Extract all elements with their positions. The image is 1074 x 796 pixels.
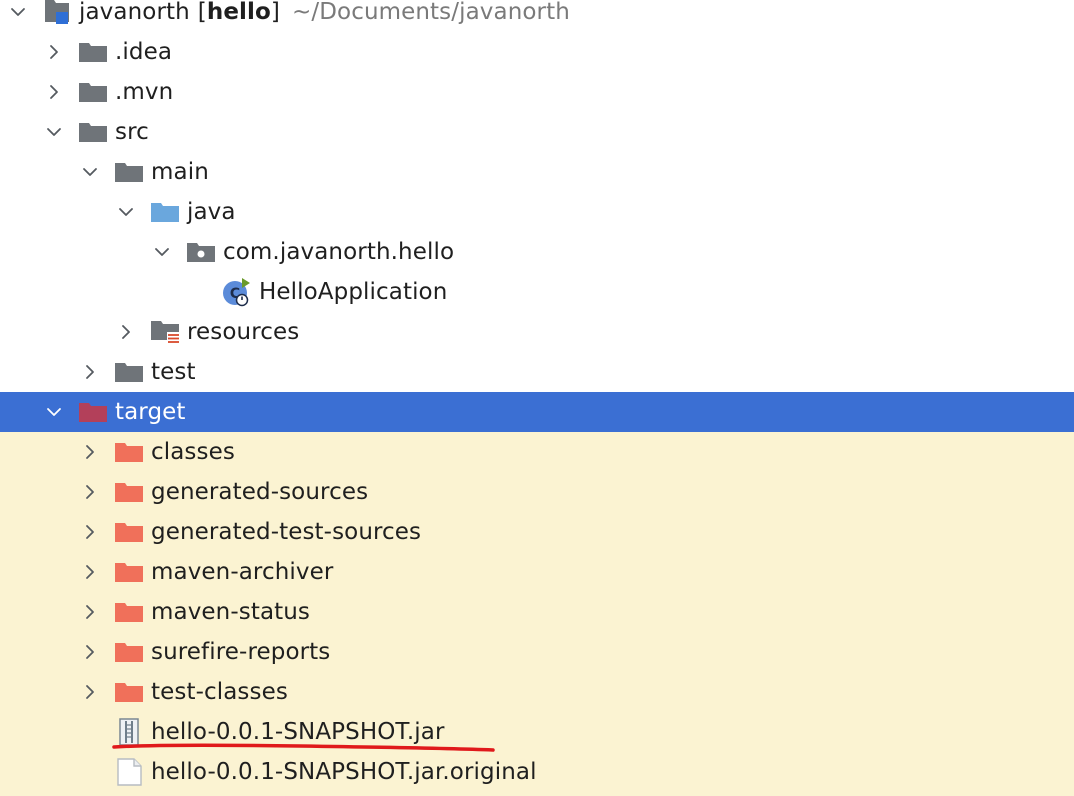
module-bracket-close: ] [270, 0, 280, 25]
tree-node-hello-0-0-1-snapshot-jar[interactable]: hello-0.0.1-SNAPSHOT.jar [0, 712, 1074, 752]
tree-node-label: generated-test-sources [151, 519, 422, 545]
excluded-folder-icon [114, 638, 144, 666]
spring-boot-class-icon: C [222, 278, 252, 307]
chevron-down-icon[interactable] [150, 240, 174, 264]
folder-icon [114, 358, 144, 386]
tree-node-label: .idea [115, 39, 173, 65]
tree-node-mvn[interactable]: .mvn [0, 72, 1074, 112]
project-tree: javanorth [hello] ~/Documents/javanorth .id… [0, 0, 1074, 796]
tree-node-resources[interactable]: resources [0, 312, 1074, 352]
tree-node-surefire-reports[interactable]: surefire-reports [0, 632, 1074, 672]
tree-node-label: .mvn [115, 79, 174, 105]
jar-archive-icon [114, 718, 144, 746]
folder-icon [114, 158, 144, 186]
tree-node-label: main [151, 159, 209, 185]
tree-node-label: resources [187, 319, 300, 345]
chevron-down-icon[interactable] [42, 400, 66, 424]
project-name: javanorth [79, 0, 190, 25]
resources-folder-icon [150, 318, 180, 346]
chevron-down-icon[interactable] [6, 0, 30, 24]
chevron-down-icon[interactable] [42, 120, 66, 144]
tree-node-idea[interactable]: .idea [0, 32, 1074, 72]
chevron-right-icon[interactable] [114, 320, 138, 344]
excluded-folder-icon [114, 478, 144, 506]
tree-node-main[interactable]: main [0, 152, 1074, 192]
tree-node-helloapplication[interactable]: C HelloApplication [0, 272, 1074, 312]
tree-node-label: generated-sources [151, 479, 369, 505]
source-root-folder-icon [150, 198, 180, 226]
excluded-folder-icon [114, 558, 144, 586]
folder-icon [78, 38, 108, 66]
tree-node-target[interactable]: target [0, 392, 1074, 432]
project-path: ~/Documents/javanorth [292, 0, 570, 25]
excluded-folder-icon [114, 598, 144, 626]
tree-node-maven-archiver[interactable]: maven-archiver [0, 552, 1074, 592]
tree-node-label: HelloApplication [259, 279, 448, 305]
chevron-right-icon[interactable] [78, 680, 102, 704]
tree-node-generated-test-sources[interactable]: generated-test-sources [0, 512, 1074, 552]
excluded-folder-icon [114, 518, 144, 546]
tree-node-test[interactable]: test [0, 352, 1074, 392]
chevron-right-icon[interactable] [78, 600, 102, 624]
tree-node-generated-sources[interactable]: generated-sources [0, 472, 1074, 512]
module-name: hello [206, 0, 271, 25]
tree-node-src[interactable]: src [0, 112, 1074, 152]
folder-icon [78, 118, 108, 146]
tree-node-label: classes [151, 439, 235, 465]
chevron-down-icon[interactable] [114, 200, 138, 224]
package-icon [186, 238, 216, 266]
excluded-folder-icon [78, 398, 108, 426]
chevron-down-icon[interactable] [78, 160, 102, 184]
chevron-right-icon[interactable] [42, 80, 66, 104]
chevron-right-icon[interactable] [78, 440, 102, 464]
file-icon [114, 758, 144, 786]
tree-node-java[interactable]: java [0, 192, 1074, 232]
module-bracket-open: [ [197, 0, 207, 25]
tree-node-maven-status[interactable]: maven-status [0, 592, 1074, 632]
tree-node-javanorth[interactable]: javanorth [hello] ~/Documents/javanorth [0, 0, 1074, 32]
tree-node-classes[interactable]: classes [0, 432, 1074, 472]
tree-node-label: maven-archiver [151, 559, 334, 585]
tree-node-label: maven-status [151, 599, 311, 625]
tree-node-com-javanorth-hello[interactable]: com.javanorth.hello [0, 232, 1074, 272]
excluded-folder-icon [114, 678, 144, 706]
project-module-icon [42, 0, 72, 26]
chevron-right-icon[interactable] [78, 640, 102, 664]
tree-node-label: src [115, 119, 149, 145]
tree-node-label: hello-0.0.1-SNAPSHOT.jar.original [151, 759, 537, 785]
tree-node-label: hello-0.0.1-SNAPSHOT.jar [151, 719, 445, 745]
tree-node-label: target [115, 399, 186, 425]
chevron-right-icon[interactable] [78, 520, 102, 544]
tree-node-label: com.javanorth.hello [223, 239, 455, 265]
tree-node-label: test [151, 359, 196, 385]
chevron-right-icon[interactable] [42, 40, 66, 64]
chevron-right-icon[interactable] [78, 360, 102, 384]
tree-node-hello-0-0-1-snapshot-jar-original[interactable]: hello-0.0.1-SNAPSHOT.jar.original [0, 752, 1074, 792]
chevron-right-icon[interactable] [78, 560, 102, 584]
chevron-right-icon[interactable] [78, 480, 102, 504]
folder-icon [78, 78, 108, 106]
tree-node-test-classes[interactable]: test-classes [0, 672, 1074, 712]
tree-node-label: test-classes [151, 679, 288, 705]
tree-node-label: java [187, 199, 236, 225]
tree-node-label: surefire-reports [151, 639, 331, 665]
excluded-folder-icon [114, 438, 144, 466]
